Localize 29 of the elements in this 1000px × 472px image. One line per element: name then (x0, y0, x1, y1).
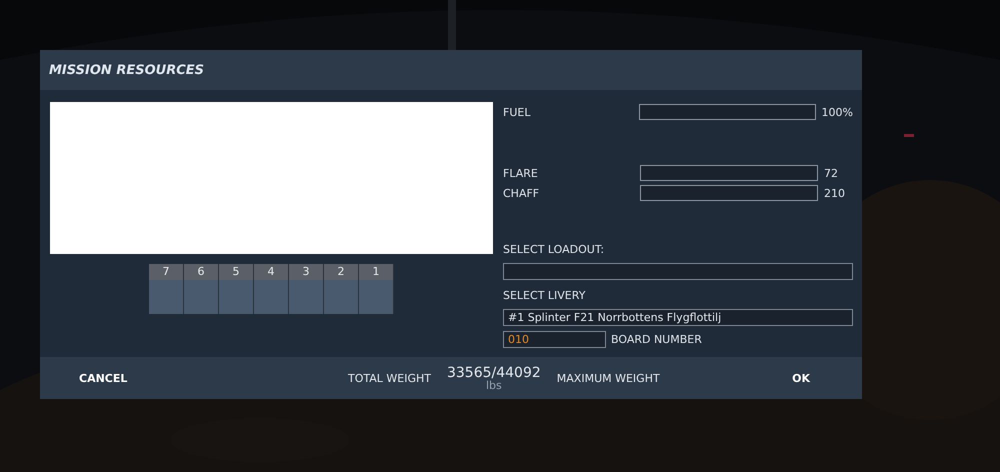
weight-value: 33565/44092 (446, 364, 541, 380)
countermeasure-label: CHAFF (503, 186, 540, 200)
board-number-field[interactable]: 010 (503, 330, 606, 348)
weight-unit: lbs (486, 378, 502, 392)
livery-label: SELECT LIVERY (503, 289, 586, 302)
pylon-slot[interactable]: 4 (254, 264, 289, 314)
total-weight-label: TOTAL WEIGHT (348, 372, 431, 384)
pylon-slot[interactable]: 2 (324, 264, 359, 314)
ok-button[interactable]: OK (786, 368, 816, 388)
pylon-slot[interactable]: 6 (184, 264, 219, 314)
maximum-weight-label: MAXIMUM WEIGHT (556, 372, 660, 384)
loadout-field[interactable] (503, 263, 853, 280)
dialog-title: MISSION RESOURCES (49, 62, 204, 78)
livery-field[interactable]: #1 Splinter F21 Norrbottens Flygflottilj (503, 309, 853, 326)
pylon-slot[interactable]: 3 (289, 264, 324, 314)
countermeasure-reading: 72 (824, 166, 838, 180)
countermeasure-bar[interactable] (640, 165, 818, 181)
pylon-slot[interactable]: 7 (149, 264, 184, 314)
fuel-bar[interactable] (638, 104, 816, 120)
loadout-label: SELECT LOADOUT: (503, 243, 606, 256)
pylon-slot[interactable]: 1 (359, 264, 394, 314)
fuel-reading: 100% (822, 106, 853, 118)
board-number-label: BOARD NUMBER (611, 332, 702, 346)
countermeasure-reading: 210 (824, 186, 845, 200)
countermeasure-label: FLARE (503, 166, 539, 180)
fuel-label: FUEL (503, 106, 532, 118)
pylon-slot[interactable]: 5 (219, 264, 254, 314)
countermeasure-bar[interactable] (640, 185, 818, 201)
cancel-button[interactable]: CANCEL (73, 368, 134, 388)
